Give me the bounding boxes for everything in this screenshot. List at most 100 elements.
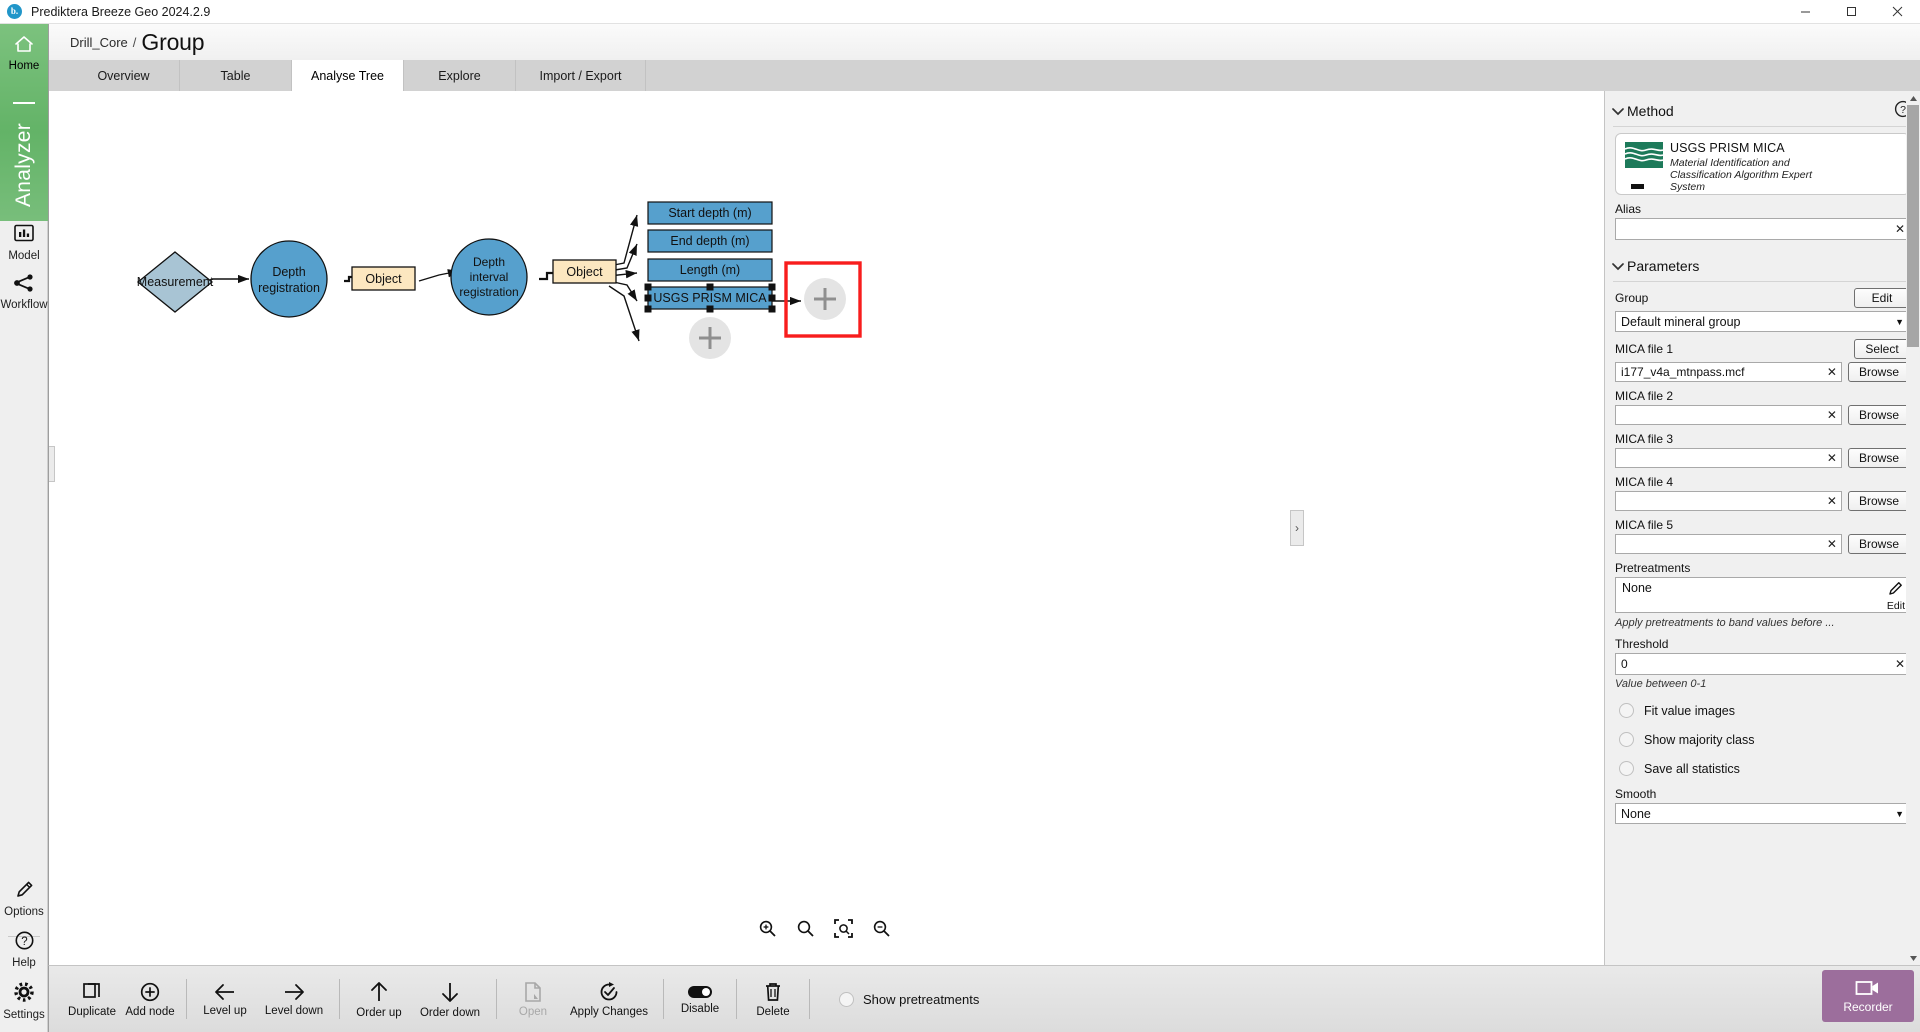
mica-file-3-label: MICA file 3 — [1615, 432, 1920, 446]
clear-icon-mica-4[interactable]: ✕ — [1823, 494, 1837, 508]
tab-table[interactable]: Table — [180, 60, 292, 91]
method-section-header[interactable]: Method ? — [1605, 96, 1920, 126]
sidebar-item-model-label: Model — [0, 250, 48, 262]
pretreatments-edit-label[interactable]: Edit — [1887, 600, 1905, 612]
zoom-in-icon[interactable] — [754, 915, 780, 941]
threshold-input[interactable]: 0 ✕ — [1615, 653, 1910, 675]
properties-panel-scrollbar[interactable] — [1906, 91, 1920, 965]
toolbar-disable-button[interactable]: Disable — [671, 970, 729, 1028]
alias-input[interactable]: ✕ — [1615, 218, 1910, 240]
smooth-select[interactable]: None ▼ — [1615, 803, 1910, 824]
group-select[interactable]: Default mineral group ▼ — [1615, 311, 1910, 332]
toolbar-divider-4 — [663, 979, 664, 1019]
toolbar-duplicate-button[interactable]: Duplicate — [63, 970, 121, 1028]
sidebar-item-workflow[interactable]: Workflow — [0, 273, 48, 311]
parameters-section-header[interactable]: Parameters — [1605, 251, 1920, 281]
chevron-down-icon-smooth[interactable]: ▼ — [1895, 809, 1904, 819]
radio-icon-fit-value-images[interactable] — [1619, 703, 1634, 718]
properties-panel: Method ? USGS PRISM MICA — [1604, 91, 1920, 965]
zoom-out-icon[interactable] — [868, 915, 894, 941]
left-panel-collapse-handle[interactable]: › — [48, 446, 55, 482]
radio-icon-show-majority-class[interactable] — [1619, 732, 1634, 747]
toolbar-order-up-button[interactable]: Order up — [347, 970, 411, 1028]
toolbar-divider-3 — [496, 979, 497, 1019]
svg-text:End depth (m): End depth (m) — [670, 234, 749, 248]
toolbar-level-up-button[interactable]: Level up — [194, 970, 256, 1028]
close-icon[interactable] — [1874, 0, 1920, 24]
zoom-fit-icon[interactable] — [830, 915, 856, 941]
breadcrumb-parent[interactable]: Drill_Core — [70, 35, 128, 50]
mica-file-1-input[interactable]: i177_v4a_mtnpass.mcf ✕ — [1615, 362, 1842, 382]
edge-to-usgs-prism-mica — [609, 281, 637, 301]
parameters-divider — [1613, 281, 1912, 282]
radio-icon-save-all-statistics[interactable] — [1619, 761, 1634, 776]
mica-file-4-input[interactable]: ✕ — [1615, 491, 1842, 511]
toolbar-order-down-button[interactable]: Order down — [411, 970, 489, 1028]
scrollbar-thumb[interactable] — [1907, 105, 1919, 347]
tab-import-export[interactable]: Import / Export — [516, 60, 646, 91]
toolbar-delete-button[interactable]: Delete — [744, 970, 802, 1028]
mica-file-5-row: ✕ Browse — [1605, 534, 1920, 554]
bottom-toolbar: Duplicate Add node Level up Level down — [48, 965, 1920, 1032]
tree-node-depth-interval-registration: Depth interval registration — [451, 239, 527, 315]
pretreatments-hint: Apply pretreatments to band values befor… — [1615, 617, 1920, 629]
analyse-tree-canvas[interactable]: Measurement Depth registration Object De… — [48, 91, 1604, 965]
option-fit-value-images[interactable]: Fit value images — [1605, 696, 1920, 725]
pretreatments-box[interactable]: None Edit — [1615, 577, 1910, 613]
sidebar-item-options[interactable]: Options — [0, 879, 48, 918]
left-navigation-rail: Home Analyzer Model Workflow Options — [0, 24, 48, 1032]
sidebar-item-home[interactable]: Home — [0, 34, 48, 72]
toolbar-level-down-button[interactable]: Level down — [256, 970, 332, 1028]
toolbar-add-node-button[interactable]: Add node — [121, 970, 179, 1028]
sidebar-item-settings-label: Settings — [0, 1009, 48, 1021]
method-card[interactable]: USGS PRISM MICA Material Identification … — [1615, 133, 1910, 195]
tab-explore[interactable]: Explore — [404, 60, 516, 91]
mica-file-1-select-button[interactable]: Select — [1854, 339, 1910, 359]
mica-file-2-row: ✕ Browse — [1605, 405, 1920, 425]
sidebar-item-model[interactable]: Model — [0, 222, 48, 262]
show-pretreatments-toggle[interactable]: Show pretreatments — [839, 992, 979, 1007]
maximize-icon[interactable] — [1828, 0, 1874, 24]
mica-file-2-browse-button[interactable]: Browse — [1848, 405, 1910, 425]
mica-file-3-input[interactable]: ✕ — [1615, 448, 1842, 468]
sidebar-item-help[interactable]: ? Help — [0, 930, 48, 969]
mica-file-5-input[interactable]: ✕ — [1615, 534, 1842, 554]
clear-icon-mica-1[interactable]: ✕ — [1823, 365, 1837, 379]
radio-icon-show-pretreatments[interactable] — [839, 992, 854, 1007]
toolbar-open-label: Open — [519, 1006, 547, 1018]
mica-file-1-browse-button[interactable]: Browse — [1848, 362, 1910, 382]
clear-icon-mica-3[interactable]: ✕ — [1823, 451, 1837, 465]
sidebar-item-home-label: Home — [0, 60, 48, 72]
option-show-majority-class[interactable]: Show majority class — [1605, 725, 1920, 754]
option-save-all-statistics[interactable]: Save all statistics — [1605, 754, 1920, 783]
zoom-icon[interactable] — [792, 915, 818, 941]
mica-file-2-input[interactable]: ✕ — [1615, 405, 1842, 425]
group-edit-button[interactable]: Edit — [1854, 288, 1910, 308]
sidebar-item-settings[interactable]: Settings — [0, 981, 48, 1021]
scroll-down-arrow-icon[interactable] — [1906, 951, 1920, 965]
recorder-button[interactable]: Recorder — [1822, 970, 1914, 1022]
chevron-down-icon[interactable] — [1609, 104, 1627, 119]
toolbar-apply-changes-button[interactable]: Apply Changes — [562, 970, 656, 1028]
clear-icon-mica-2[interactable]: ✕ — [1823, 408, 1837, 422]
chevron-down-icon-group[interactable]: ▼ — [1895, 317, 1904, 327]
svg-text:registration: registration — [258, 281, 320, 295]
mica-file-4-browse-button[interactable]: Browse — [1848, 491, 1910, 511]
scroll-up-arrow-icon[interactable] — [1906, 91, 1920, 105]
mica-file-5-browse-button[interactable]: Browse — [1848, 534, 1910, 554]
tab-analyse-tree[interactable]: Analyse Tree — [292, 60, 404, 91]
sidebar-item-help-label: Help — [0, 957, 48, 969]
pencil-icon-pretreatments[interactable] — [1887, 580, 1904, 600]
tab-overview[interactable]: Overview — [68, 60, 180, 91]
chevron-down-icon-parameters[interactable] — [1609, 259, 1627, 274]
clear-icon[interactable]: ✕ — [1891, 222, 1905, 236]
mica-file-3-browse-button[interactable]: Browse — [1848, 448, 1910, 468]
right-panel-collapse-handle[interactable]: › — [1290, 510, 1304, 546]
clear-icon-mica-5[interactable]: ✕ — [1823, 537, 1837, 551]
tree-node-depth-registration: Depth registration — [251, 241, 327, 317]
toolbar-level-up-label: Level up — [203, 1005, 246, 1017]
minimize-icon[interactable] — [1782, 0, 1828, 24]
mica-file-1-row: i177_v4a_mtnpass.mcf ✕ Browse — [1605, 362, 1920, 382]
svg-text:Start depth (m): Start depth (m) — [668, 206, 751, 220]
clear-icon-threshold[interactable]: ✕ — [1891, 657, 1905, 671]
